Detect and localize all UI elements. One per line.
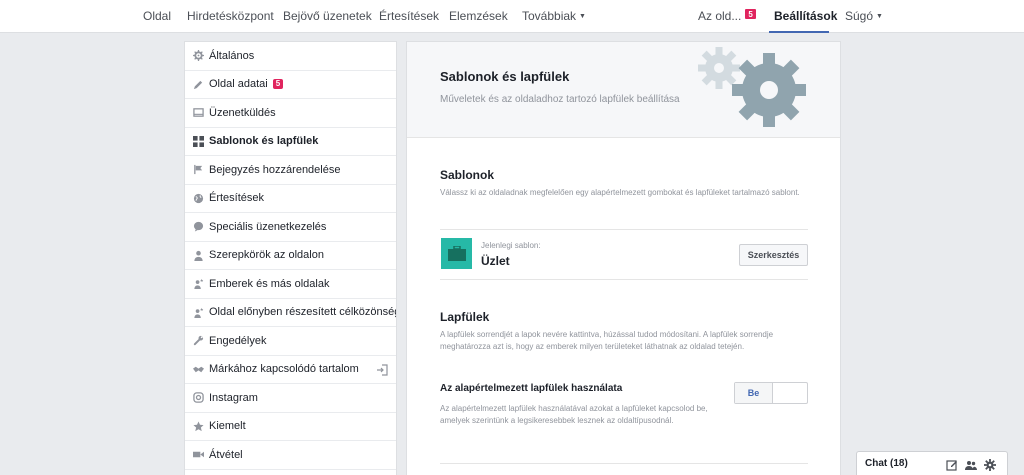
templates-section-description: Válassz ki az oldaladnak megfelelően egy…: [440, 188, 800, 197]
nav-ad-center[interactable]: Hirdetésközpont: [187, 0, 274, 33]
caret-down-icon: ▼: [876, 12, 883, 20]
gears-illustration: [698, 47, 806, 127]
sidebar-item-label: Márkához kapcsolódó tartalom: [209, 363, 359, 376]
sidebar-item-label: Emberek és más oldalak: [209, 277, 330, 290]
sidebar-item-post-attribution[interactable]: Bejegyzés hozzárendelése: [185, 156, 396, 185]
sidebar-item-label: Szerepkörök az oldalon: [209, 249, 324, 262]
nav-page[interactable]: Oldal: [143, 0, 171, 33]
sidebar-item-label: Értesítések: [209, 192, 265, 205]
tabs-section-description: A lapfülek sorrendjét a lapok nevére kat…: [440, 330, 774, 351]
sidebar-item-permissions[interactable]: Engedélyek: [185, 327, 396, 356]
sidebar-item-featured[interactable]: Kiemelt: [185, 413, 396, 441]
divider: [440, 463, 808, 464]
nav-help-label: Súgó: [845, 9, 874, 23]
main-panel: Sablonok és lapfülek Műveletek és az old…: [406, 41, 841, 475]
message-icon: [193, 107, 204, 118]
nav-settings[interactable]: Beállítások: [774, 0, 837, 33]
sidebar-item-templates-tabs[interactable]: Sablonok és lapfülek: [185, 128, 396, 156]
sidebar-item-label: Átvétel: [209, 448, 243, 461]
nav-help[interactable]: Súgó ▼: [845, 0, 883, 33]
tabs-section-title: Lapfülek: [440, 310, 490, 324]
edit-template-button[interactable]: Szerkesztés: [739, 244, 808, 266]
sidebar-badge: 5: [272, 79, 284, 90]
page-title: Sablonok és lapfülek: [440, 69, 570, 84]
current-template-label: Jelenlegi sablon:: [481, 241, 541, 250]
person-star-icon: [193, 307, 204, 318]
sidebar-item-label: Bejegyzés hozzárendelése: [209, 163, 341, 176]
external-link-icon: [376, 363, 388, 376]
person-icon: [193, 250, 204, 261]
sidebar-item-page-roles[interactable]: Szerepkörök az oldalon: [185, 242, 396, 270]
nav-insights[interactable]: Elemzések: [449, 0, 508, 33]
wrench-icon: [193, 335, 204, 346]
nav-notifications[interactable]: Értesítések: [379, 0, 439, 33]
default-tabs-toggle[interactable]: Be: [734, 382, 808, 404]
globe-icon: [193, 193, 204, 204]
toggle-on-label: Be: [735, 383, 773, 403]
chat-bubble-icon: [193, 221, 204, 232]
settings-sidebar: Általános Oldal adatai 5 Üzenetküldés Sa…: [184, 41, 397, 475]
briefcase-icon: [447, 246, 466, 261]
divider: [440, 279, 808, 280]
sidebar-item-notifications[interactable]: Értesítések: [185, 185, 396, 213]
current-template-value: Üzlet: [481, 254, 510, 268]
sidebar-item-crossposting[interactable]: Átvétel: [185, 441, 396, 470]
instagram-icon: [193, 392, 204, 403]
sidebar-item-label: Speciális üzenetkezelés: [209, 220, 327, 233]
sidebar-item-preferred-audience[interactable]: Oldal előnyben részesített célközönsége: [185, 299, 396, 327]
star-icon: [193, 421, 204, 432]
sidebar-item-label: Általános: [209, 49, 255, 62]
caret-down-icon: ▼: [579, 12, 586, 20]
person-star-icon: [193, 278, 204, 290]
page-switcher-label: Az old...: [698, 9, 742, 23]
page-subtitle: Műveletek és az oldaladhoz tartozó lapfü…: [440, 94, 680, 105]
chat-label: Chat (18): [865, 458, 908, 469]
flag-icon: [193, 164, 204, 175]
sidebar-item-general[interactable]: Általános: [185, 42, 396, 71]
page-switcher-badge: 5: [744, 8, 757, 20]
group-people-icon[interactable]: [965, 458, 977, 470]
sidebar-item-instagram[interactable]: Instagram: [185, 384, 396, 413]
nav-more-label: Továbbiak: [522, 9, 577, 23]
pencil-icon: [193, 79, 204, 90]
nav-page-switcher[interactable]: Az old... 5: [698, 0, 757, 33]
gear-icon: [193, 50, 204, 62]
toggle-off-area: [773, 383, 807, 403]
sidebar-item-label: Üzenetküldés: [209, 106, 276, 119]
top-navigation: Oldal Hirdetésközpont Bejövő üzenetek Ér…: [0, 0, 1024, 33]
sidebar-item-label: Kiemelt: [209, 420, 246, 433]
nav-inbox[interactable]: Bejövő üzenetek: [283, 0, 372, 33]
default-tabs-title: Az alapértelmezett lapfülek használata: [440, 383, 623, 394]
video-icon: [193, 449, 204, 460]
sidebar-item-page-info[interactable]: Oldal adatai 5: [185, 71, 396, 99]
default-tabs-description: Az alapértelmezett lapfülek használatáva…: [440, 404, 708, 425]
nav-more[interactable]: Továbbiak ▼: [522, 0, 586, 33]
business-template-icon: [441, 238, 472, 269]
grid-icon: [193, 135, 204, 147]
sidebar-item-label: Sablonok és lapfülek: [209, 135, 319, 148]
active-tab-indicator: [769, 31, 829, 33]
sidebar-item-label: Instagram: [209, 391, 258, 404]
sidebar-item-label: Engedélyek: [209, 334, 267, 347]
chat-bar[interactable]: Chat (18): [856, 451, 1008, 475]
sidebar-item-label: Oldal adatai: [209, 78, 268, 91]
sidebar-item-messaging[interactable]: Üzenetküldés: [185, 99, 396, 128]
sidebar-item-label: Oldal előnyben részesített célközönsége: [209, 306, 396, 319]
sidebar-item-people-other-pages[interactable]: Emberek és más oldalak: [185, 270, 396, 299]
compose-icon[interactable]: [946, 458, 958, 471]
templates-section-title: Sablonok: [440, 168, 495, 182]
sidebar-item-advanced-messaging[interactable]: Speciális üzenetkezelés: [185, 213, 396, 242]
page-header: Sablonok és lapfülek Műveletek és az old…: [407, 42, 840, 138]
divider: [440, 229, 808, 230]
handshake-icon: [193, 364, 204, 375]
chat-settings-gear-icon[interactable]: [984, 458, 996, 471]
sidebar-item-branded-content[interactable]: Márkához kapcsolódó tartalom: [185, 356, 396, 384]
